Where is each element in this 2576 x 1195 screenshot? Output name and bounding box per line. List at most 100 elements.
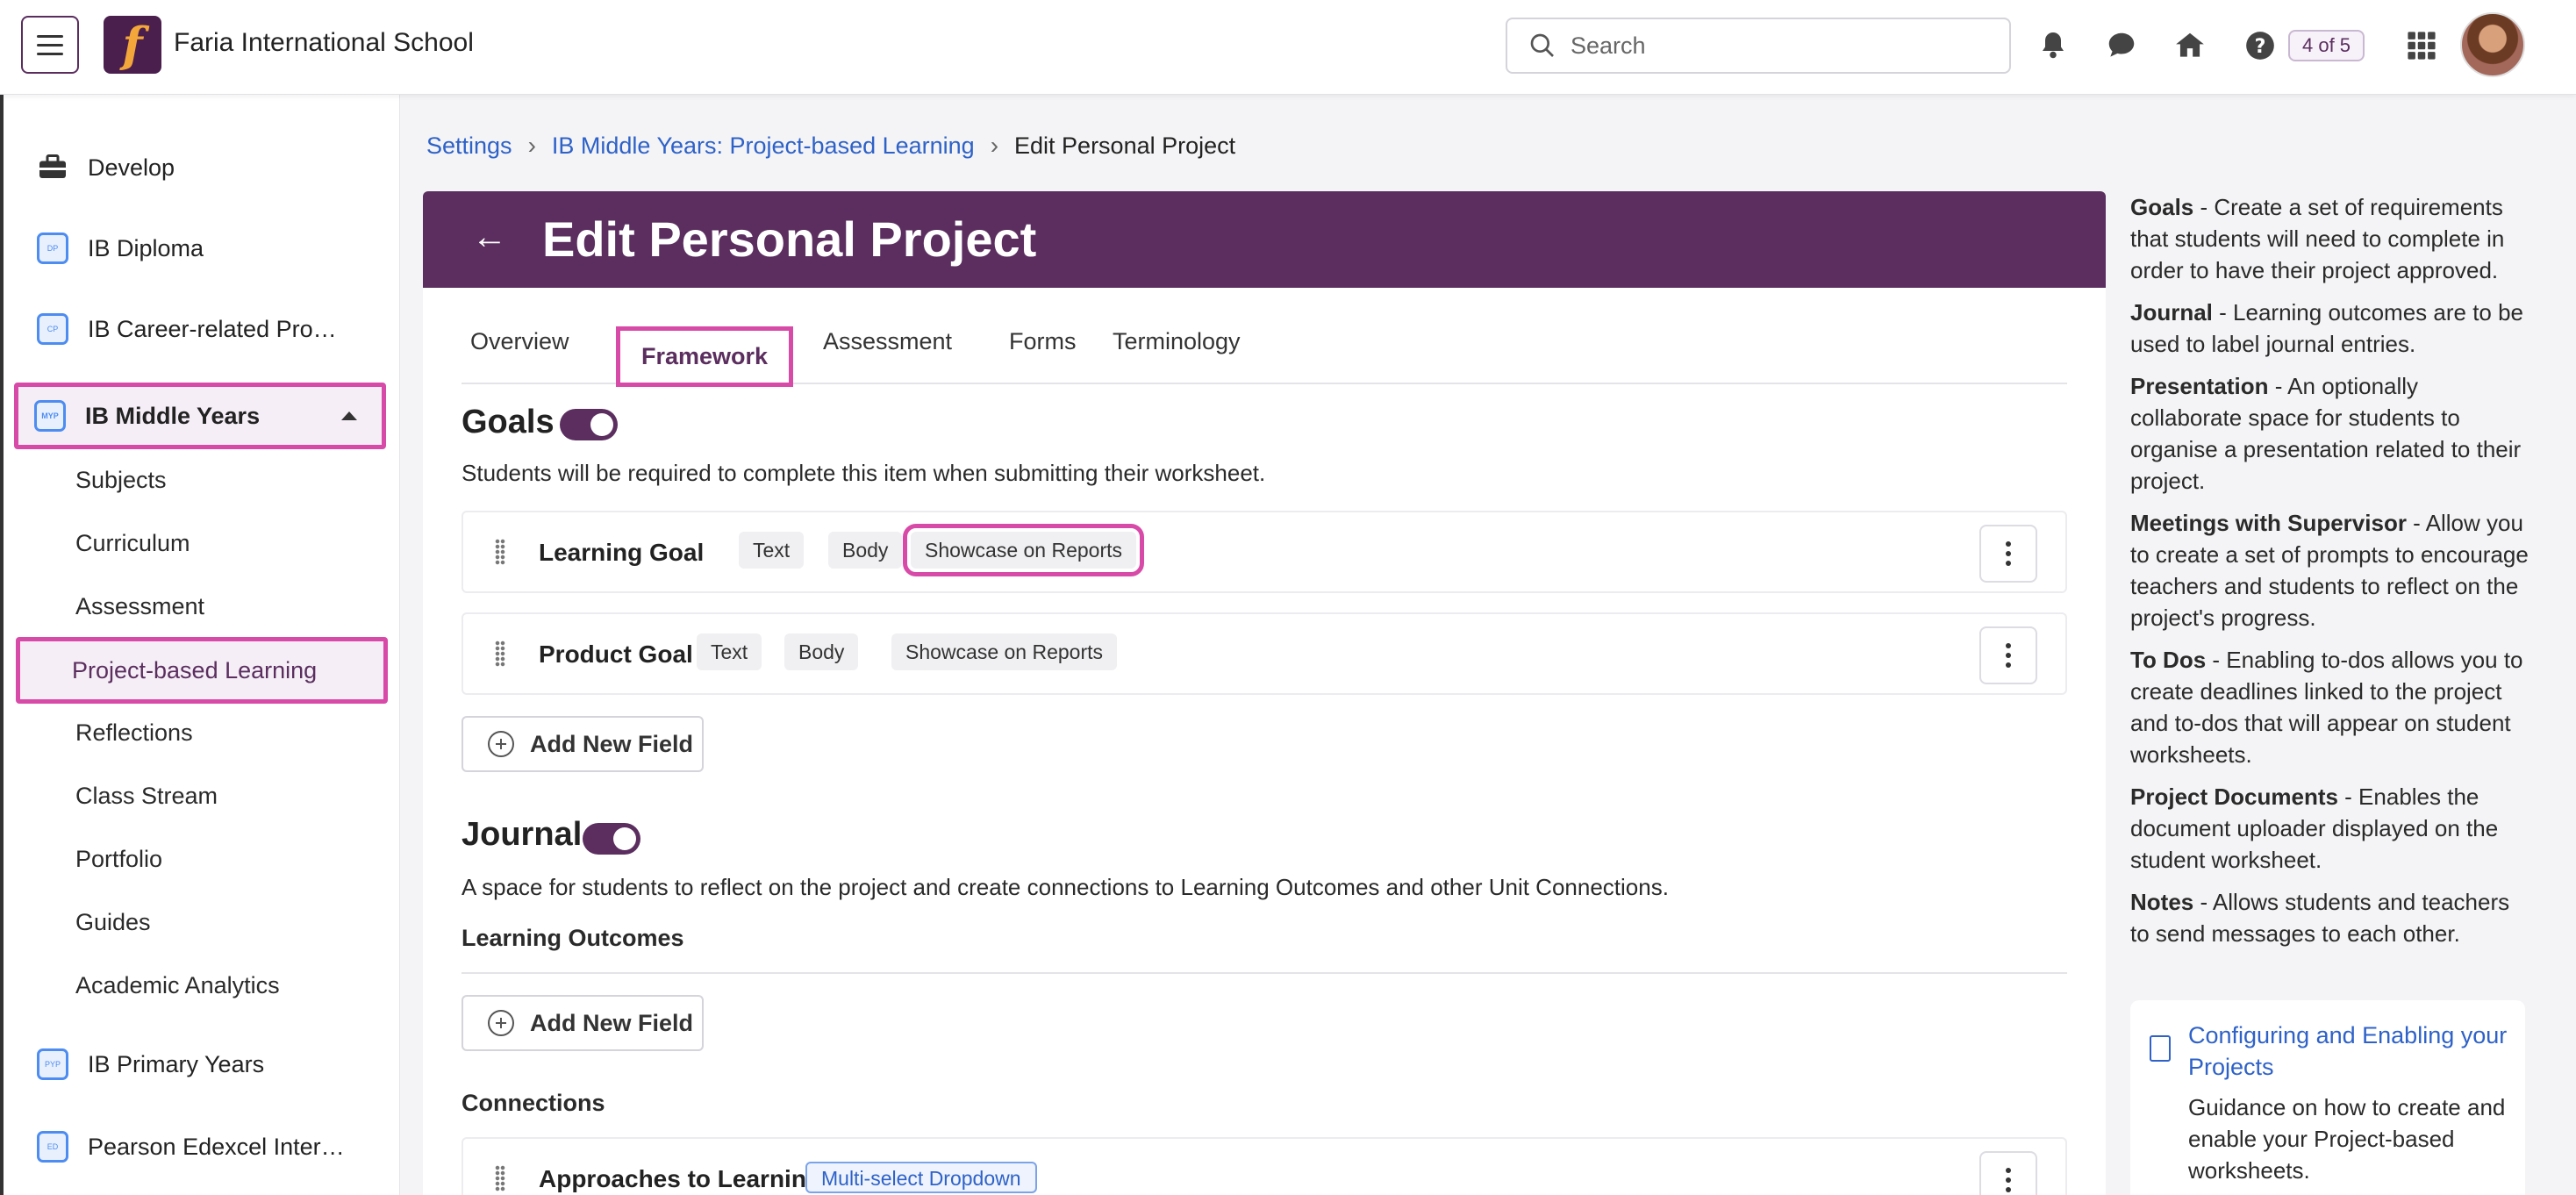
- tab-overview[interactable]: Overview: [470, 328, 569, 355]
- progress-badge[interactable]: 4 of 5: [2288, 30, 2365, 61]
- sidebar-subitem-project-based-learning[interactable]: Project-based Learning: [16, 637, 388, 704]
- sidebar-subitem-class-stream[interactable]: Class Stream: [19, 765, 388, 826]
- tag-chip: Multi-select Dropdown: [805, 1162, 1037, 1193]
- menu-icon[interactable]: [21, 16, 79, 74]
- drag-handle-icon[interactable]: [495, 1165, 505, 1191]
- briefcase-icon: [37, 152, 68, 183]
- tab-bar: Overview Framework Assessment Forms Term…: [462, 305, 2067, 387]
- search-icon: [1530, 33, 1554, 57]
- back-arrow-icon[interactable]: ←: [472, 218, 507, 257]
- field-row-learning-goal: Learning Goal Text Body Showcase on Repo…: [462, 511, 2067, 593]
- school-logo[interactable]: f: [104, 16, 161, 74]
- help-guide-description: Guidance on how to create and enable you…: [2188, 1094, 2506, 1184]
- breadcrumb-project-based-learning[interactable]: IB Middle Years: Project-based Learning: [552, 132, 975, 160]
- sidebar-subitem-curriculum[interactable]: Curriculum: [19, 512, 388, 574]
- field-name: Product Goal: [539, 640, 693, 668]
- more-options-icon[interactable]: [1979, 525, 2037, 583]
- breadcrumb-current: Edit Personal Project: [1014, 132, 1236, 159]
- goals-heading: Goals: [462, 404, 555, 440]
- journal-heading: Journal: [462, 816, 583, 853]
- chevron-up-icon[interactable]: [341, 411, 357, 420]
- dp-program-icon: DP: [37, 233, 68, 264]
- tag-chip: Text: [697, 633, 762, 670]
- sidebar-item-ib-diploma[interactable]: DP IB Diploma: [19, 218, 388, 279]
- sidebar-subitem-academic-analytics[interactable]: Academic Analytics: [19, 955, 388, 1016]
- home-icon[interactable]: [2171, 26, 2209, 65]
- tab-assessment[interactable]: Assessment: [823, 328, 952, 355]
- tag-chip: Showcase on Reports: [891, 633, 1118, 670]
- help-entry-notes: Notes - Allows students and teachers to …: [2130, 889, 2510, 947]
- help-icon[interactable]: ?: [2241, 26, 2279, 65]
- sidebar-subitem-assessment[interactable]: Assessment: [19, 576, 388, 637]
- goals-toggle[interactable]: [560, 409, 618, 440]
- sidebar-item-label: IB Middle Years: [85, 402, 261, 429]
- field-name: Learning Goal: [539, 539, 705, 566]
- apps-grid-icon[interactable]: [2402, 26, 2441, 65]
- sidebar-subitem-reflections[interactable]: Reflections: [19, 702, 388, 763]
- search-input[interactable]: Search: [1506, 18, 2011, 74]
- sidebar: Develop DP IB Diploma CP IB Career-relat…: [0, 95, 400, 1195]
- help-guide-link[interactable]: Configuring and Enabling your Projects: [2188, 1020, 2513, 1083]
- help-panel: Goals - Create a set of requirements tha…: [2130, 191, 2534, 960]
- field-name: Approaches to Learning: [539, 1165, 822, 1192]
- add-new-field-label: Add New Field: [530, 730, 694, 757]
- add-new-field-button[interactable]: Add New Field: [462, 995, 704, 1051]
- search-placeholder: Search: [1571, 32, 1646, 59]
- chevron-right-icon: ›: [990, 132, 999, 159]
- page-title: Edit Personal Project: [542, 211, 1037, 267]
- breadcrumb-settings[interactable]: Settings: [426, 132, 512, 160]
- help-entry-todos: To Dos - Enabling to-dos allows you to c…: [2130, 647, 2523, 768]
- drag-handle-icon[interactable]: [495, 539, 505, 565]
- help-guide-card: Configuring and Enabling your Projects G…: [2130, 1000, 2525, 1195]
- page-header: ← Edit Personal Project: [423, 191, 2106, 288]
- sidebar-item-label: Develop: [88, 154, 175, 181]
- goals-description: Students will be required to complete th…: [462, 460, 1266, 486]
- chat-icon[interactable]: [2102, 26, 2141, 65]
- learning-outcomes-heading: Learning Outcomes: [462, 925, 684, 951]
- tab-forms[interactable]: Forms: [1009, 328, 1077, 355]
- svg-text:?: ?: [2255, 35, 2266, 58]
- sidebar-item-label: IB Diploma: [88, 234, 204, 261]
- bell-icon[interactable]: [2034, 26, 2072, 65]
- tab-terminology[interactable]: Terminology: [1113, 328, 1241, 355]
- help-entry-goals: Goals - Create a set of requirements tha…: [2130, 194, 2505, 283]
- help-entry-presentation: Presentation - An optionally collaborate…: [2130, 373, 2522, 494]
- help-entry-journal: Journal - Learning outcomes are to be us…: [2130, 299, 2524, 357]
- journal-description: A space for students to reflect on the p…: [462, 874, 1669, 900]
- more-options-icon[interactable]: [1979, 626, 2037, 684]
- drag-handle-icon[interactable]: [495, 640, 505, 667]
- divider: [462, 972, 2067, 974]
- cp-program-icon: CP: [37, 313, 68, 345]
- sidebar-item-label: IB Primary Years: [88, 1050, 265, 1077]
- sidebar-item-ib-primary-years[interactable]: PYP IB Primary Years: [19, 1034, 388, 1095]
- sidebar-subitem-portfolio[interactable]: Portfolio: [19, 828, 388, 890]
- avatar[interactable]: [2460, 12, 2525, 77]
- top-bar: f Faria International School Search ? 4 …: [0, 0, 2576, 95]
- sidebar-subitem-guides[interactable]: Guides: [19, 891, 388, 953]
- sidebar-item-pearson-edexcel[interactable]: ED Pearson Edexcel Inter…: [19, 1116, 388, 1177]
- add-circle-icon: [488, 1010, 514, 1036]
- document-icon: [2150, 1035, 2171, 1062]
- chevron-right-icon: ›: [527, 132, 536, 159]
- sidebar-item-label: IB Career-related Pro…: [88, 315, 337, 342]
- more-options-icon[interactable]: [1979, 1151, 2037, 1195]
- sidebar-item-ib-career[interactable]: CP IB Career-related Pro…: [19, 298, 388, 360]
- sidebar-subitem-subjects[interactable]: Subjects: [19, 449, 388, 511]
- help-entry-project-documents: Project Documents - Enables the document…: [2130, 784, 2499, 873]
- field-row-product-goal: Product Goal Text Body Showcase on Repor…: [462, 612, 2067, 695]
- field-row-approaches-to-learning: Approaches to Learning Multi-select Drop…: [462, 1137, 2067, 1195]
- sidebar-item-label: Pearson Edexcel Inter…: [88, 1133, 345, 1160]
- pyp-program-icon: PYP: [37, 1048, 68, 1080]
- tab-framework[interactable]: Framework: [616, 326, 794, 387]
- add-circle-icon: [488, 731, 514, 757]
- add-new-field-button[interactable]: Add New Field: [462, 716, 704, 772]
- sidebar-edge: [0, 95, 4, 1195]
- sidebar-item-ib-middle-years[interactable]: MYP IB Middle Years: [14, 383, 386, 449]
- main-content: Overview Framework Assessment Forms Term…: [423, 288, 2106, 1195]
- tag-chip: Body: [784, 633, 859, 670]
- journal-toggle[interactable]: [583, 823, 640, 855]
- help-entry-meetings: Meetings with Supervisor - Allow you to …: [2130, 510, 2529, 631]
- school-name: Faria International School: [174, 28, 474, 57]
- ed-program-icon: ED: [37, 1131, 68, 1163]
- sidebar-item-develop[interactable]: Develop: [19, 137, 388, 198]
